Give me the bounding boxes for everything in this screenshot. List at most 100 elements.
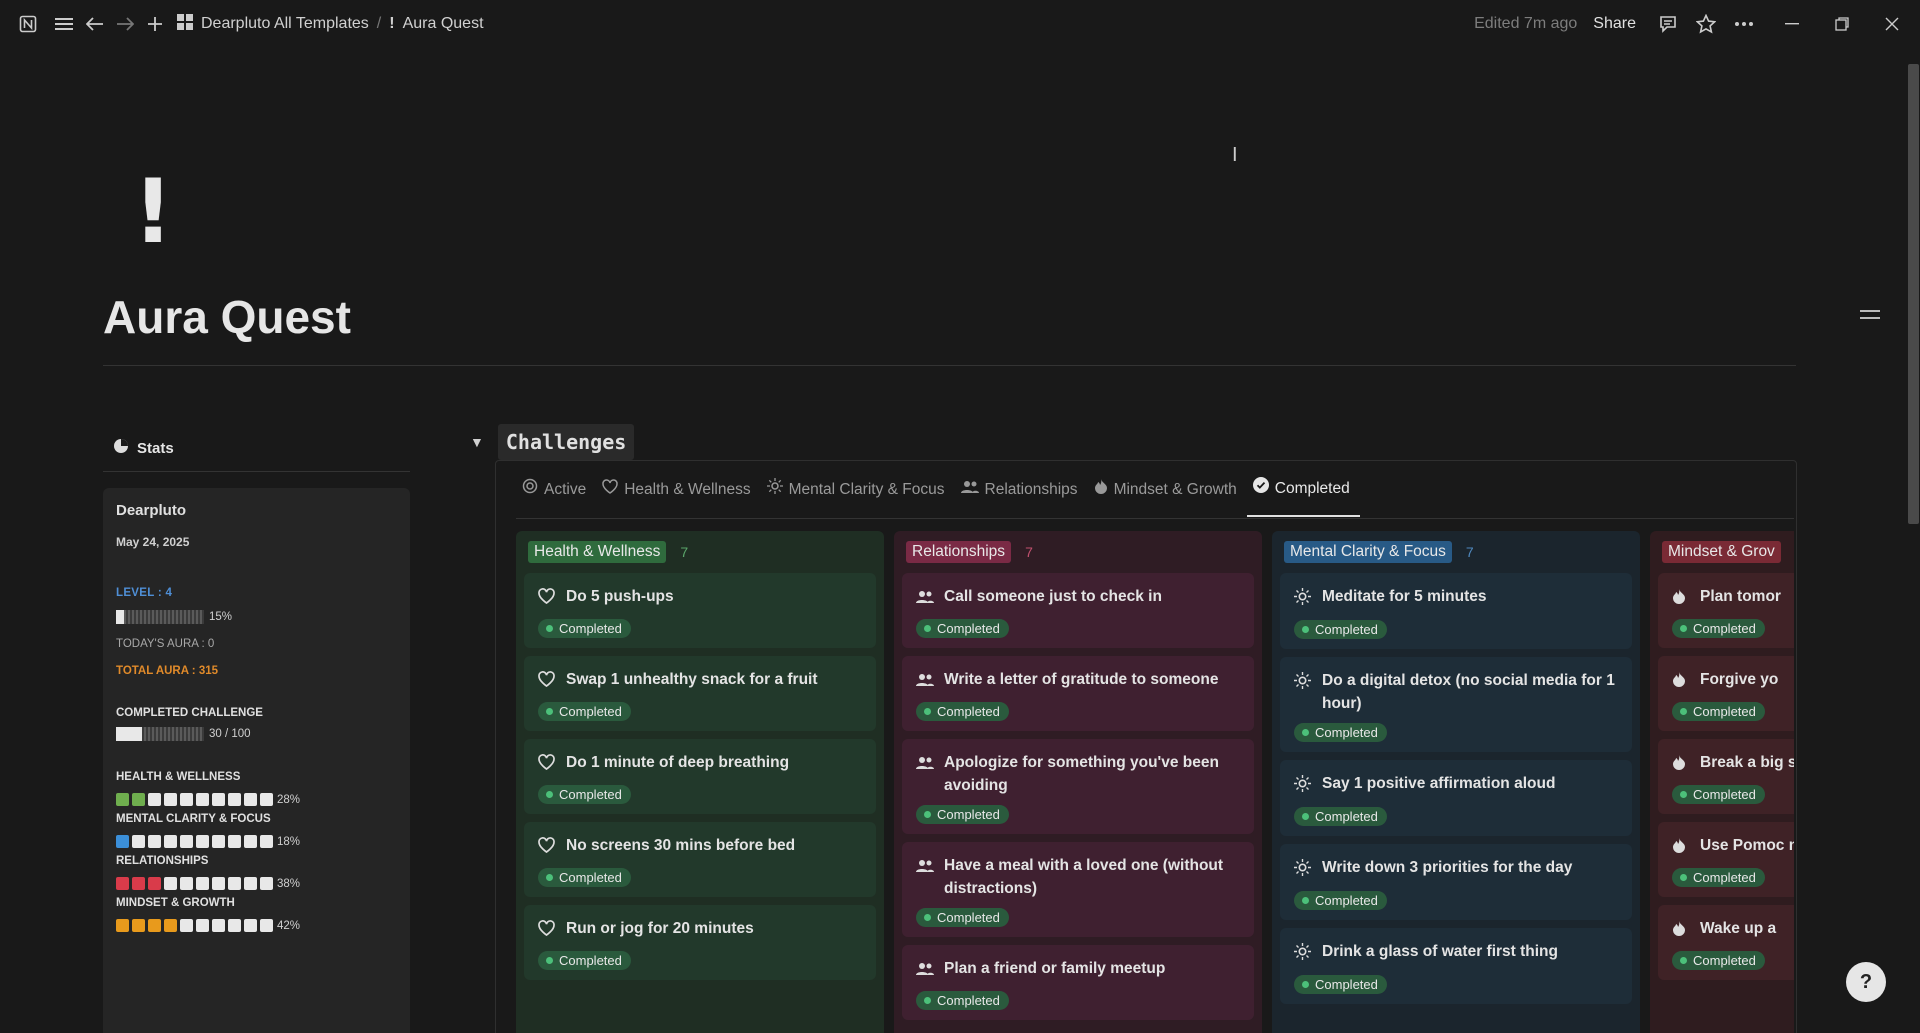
status-dot-icon bbox=[924, 625, 931, 632]
column-group-tag[interactable]: Health & Wellness bbox=[528, 541, 667, 563]
notion-logo-icon[interactable] bbox=[14, 10, 42, 38]
status-label: Completed bbox=[1315, 977, 1378, 992]
challenges-toggle[interactable]: ▼ Challenges bbox=[470, 424, 635, 460]
tab-mental-clarity[interactable]: Mental Clarity & Focus bbox=[761, 473, 955, 517]
favorite-star-icon[interactable] bbox=[1692, 10, 1720, 38]
comments-icon[interactable] bbox=[1654, 10, 1682, 38]
challenge-card[interactable]: Run or jog for 20 minutes Completed bbox=[524, 905, 876, 980]
level-progress-bar bbox=[116, 610, 204, 624]
status-label: Completed bbox=[559, 953, 622, 968]
challenge-card[interactable]: Forgive yo Completed bbox=[1658, 656, 1794, 731]
challenge-card-title: Run or jog for 20 minutes bbox=[538, 917, 864, 943]
flame-icon bbox=[1094, 472, 1108, 508]
divider bbox=[516, 518, 1794, 519]
challenge-card[interactable]: Do 5 push-ups Completed bbox=[524, 573, 876, 648]
challenge-card[interactable]: Drink a glass of water first thing Comple… bbox=[1280, 928, 1632, 1004]
challenge-card-title: Use Pomoc mins (just bbox=[1672, 834, 1794, 860]
more-options-icon[interactable] bbox=[1730, 10, 1758, 38]
column-group-tag[interactable]: Mental Clarity & Focus bbox=[1284, 541, 1452, 563]
column-header: Mindset & Grov bbox=[1662, 541, 1794, 563]
category-progress-list: HEALTH & WELLNESS 28% MENTAL CLARITY & F… bbox=[116, 771, 397, 932]
challenge-card[interactable]: Do 1 minute of deep breathing Completed bbox=[524, 739, 876, 814]
column-count: 7 bbox=[680, 544, 689, 560]
challenge-card[interactable]: Wake up a Completed bbox=[1658, 905, 1794, 980]
progress-square bbox=[260, 919, 273, 932]
completed-progress-fill bbox=[116, 727, 143, 741]
back-arrow-icon[interactable] bbox=[81, 10, 109, 38]
close-icon[interactable] bbox=[1878, 10, 1906, 38]
challenge-card[interactable]: Do a digital detox (no social media for … bbox=[1280, 657, 1632, 752]
flame-icon bbox=[1672, 668, 1690, 694]
tab-completed[interactable]: Completed bbox=[1246, 473, 1360, 517]
sun-icon bbox=[1294, 669, 1312, 715]
challenge-card[interactable]: Say 1 positive affirmation aloud Complete… bbox=[1280, 760, 1632, 836]
status-badge: Completed bbox=[1294, 620, 1387, 639]
sun-icon bbox=[766, 472, 783, 508]
page-title[interactable]: Aura Quest bbox=[103, 290, 351, 344]
heart-icon bbox=[538, 585, 556, 611]
progress-square bbox=[196, 793, 209, 806]
column-group-tag[interactable]: Mindset & Grov bbox=[1662, 541, 1781, 563]
sun-icon bbox=[1294, 772, 1312, 799]
challenge-card[interactable]: Plan tomor Completed bbox=[1658, 573, 1794, 648]
column-count: 7 bbox=[1465, 544, 1474, 560]
progress-square bbox=[132, 793, 145, 806]
todays-aura: TODAY'S AURA : 0 bbox=[116, 638, 215, 650]
people-icon bbox=[916, 585, 934, 611]
challenge-card[interactable]: Write a letter of gratitude to someone Co… bbox=[902, 656, 1254, 731]
challenge-card[interactable]: Use Pomoc mins (just Completed bbox=[1658, 822, 1794, 897]
challenge-card[interactable]: Swap 1 unhealthy snack for a fruit Comple… bbox=[524, 656, 876, 731]
page-scrollbar[interactable] bbox=[1904, 48, 1920, 1033]
challenge-card[interactable]: Break a big steps Completed bbox=[1658, 739, 1794, 814]
tab-active[interactable]: Active bbox=[516, 473, 596, 517]
scrollbar-thumb[interactable] bbox=[1908, 64, 1919, 524]
new-page-plus-icon[interactable] bbox=[141, 10, 169, 38]
tab-mindset-growth[interactable]: Mindset & Growth bbox=[1088, 473, 1247, 517]
toggle-triangle-icon[interactable]: ▼ bbox=[470, 434, 484, 450]
challenge-card[interactable]: Write down 3 priorities for the day Compl… bbox=[1280, 844, 1632, 920]
challenge-card[interactable]: Plan a friend or family meetup Completed bbox=[902, 945, 1254, 1020]
share-button[interactable]: Share bbox=[1593, 15, 1636, 33]
status-dot-icon bbox=[1302, 897, 1309, 904]
page-icon[interactable]: ! bbox=[133, 160, 173, 263]
status-label: Completed bbox=[937, 621, 1000, 636]
challenge-card[interactable]: Have a meal with a loved one (without di… bbox=[902, 842, 1254, 937]
column-group-tag[interactable]: Relationships bbox=[906, 541, 1012, 563]
progress-square bbox=[132, 919, 145, 932]
breadcrumb-current[interactable]: ! Aura Quest bbox=[389, 15, 483, 33]
status-label: Completed bbox=[937, 704, 1000, 719]
challenge-card[interactable]: Apologize for something you've been avoi… bbox=[902, 739, 1254, 834]
progress-square bbox=[116, 919, 129, 932]
category-progress-squares bbox=[116, 919, 273, 932]
help-button[interactable]: ? bbox=[1846, 962, 1886, 1002]
heart-icon bbox=[602, 472, 618, 508]
status-badge: Completed bbox=[1672, 702, 1765, 721]
menu-icon[interactable] bbox=[50, 10, 78, 38]
category-label: MINDSET & GROWTH bbox=[116, 897, 235, 909]
tab-relationships[interactable]: Relationships bbox=[955, 473, 1088, 517]
status-label: Completed bbox=[1315, 725, 1378, 740]
status-label: Completed bbox=[559, 704, 622, 719]
maximize-icon[interactable] bbox=[1828, 10, 1856, 38]
progress-square bbox=[116, 793, 129, 806]
breadcrumb-root[interactable]: Dearpluto All Templates bbox=[177, 13, 369, 35]
table-of-contents-icon[interactable] bbox=[1860, 310, 1880, 324]
progress-square bbox=[260, 877, 273, 890]
challenge-card[interactable]: No screens 30 mins before bed Completed bbox=[524, 822, 876, 897]
challenge-name: Plan tomor bbox=[1700, 588, 1781, 605]
challenge-card-title: Break a big steps bbox=[1672, 751, 1794, 777]
tab-health-wellness[interactable]: Health & Wellness bbox=[596, 473, 760, 517]
completed-value: 30 / 100 bbox=[209, 728, 251, 740]
heart-icon bbox=[538, 668, 556, 694]
stats-date: May 24, 2025 bbox=[116, 535, 190, 549]
challenge-card[interactable]: Meditate for 5 minutes Completed bbox=[1280, 573, 1632, 649]
people-icon bbox=[916, 751, 934, 797]
stats-card: Dearpluto May 24, 2025 LEVEL : 4 15% TOD… bbox=[103, 488, 410, 1033]
progress-square bbox=[212, 919, 225, 932]
status-dot-icon bbox=[1680, 957, 1687, 964]
minimize-icon[interactable] bbox=[1778, 10, 1806, 38]
people-icon bbox=[960, 472, 979, 508]
forward-arrow-icon[interactable] bbox=[111, 10, 139, 38]
challenge-card[interactable]: Call someone just to check in Completed bbox=[902, 573, 1254, 648]
progress-square bbox=[180, 919, 193, 932]
